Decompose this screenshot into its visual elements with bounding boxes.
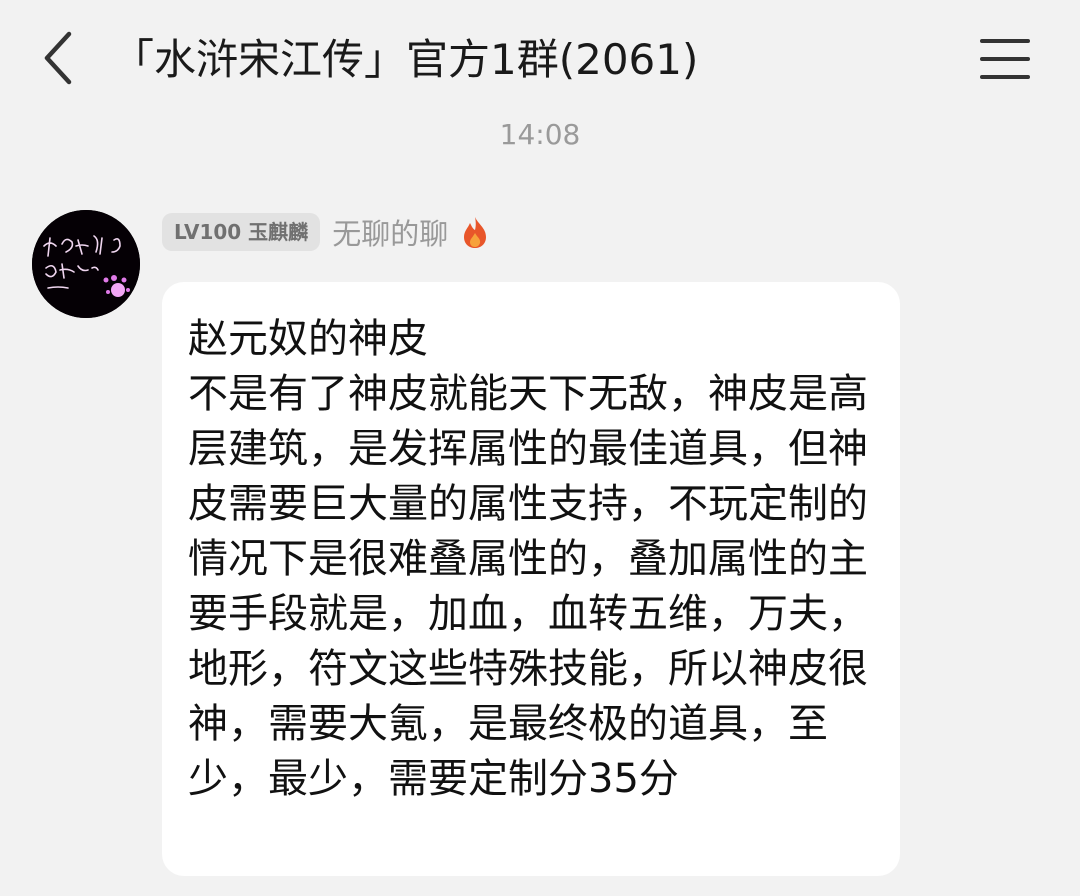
back-button[interactable] bbox=[34, 30, 82, 86]
avatar[interactable] bbox=[32, 210, 140, 318]
level-badge: LV100 玉麒麟 bbox=[162, 213, 321, 251]
menu-button[interactable] bbox=[976, 36, 1034, 82]
message-text: 赵元奴的神皮 不是有了神皮就能天下无敌，神皮是高层建筑，是发挥属性的最佳道具，但… bbox=[188, 316, 868, 802]
message-bubble[interactable]: 赵元奴的神皮 不是有了神皮就能天下无敌，神皮是高层建筑，是发挥属性的最佳道具，但… bbox=[162, 282, 900, 876]
avatar-image bbox=[32, 210, 140, 318]
sender-row: LV100 玉麒麟 无聊的聊 bbox=[162, 212, 490, 252]
sender-name[interactable]: 无聊的聊 bbox=[332, 211, 448, 253]
chevron-left-icon bbox=[44, 31, 72, 85]
hamburger-menu-icon bbox=[980, 39, 1030, 43]
message-timestamp: 14:08 bbox=[499, 118, 581, 151]
fire-icon bbox=[460, 215, 490, 249]
chat-title: 「水浒宋江传」官方1群(2061) bbox=[112, 35, 699, 84]
